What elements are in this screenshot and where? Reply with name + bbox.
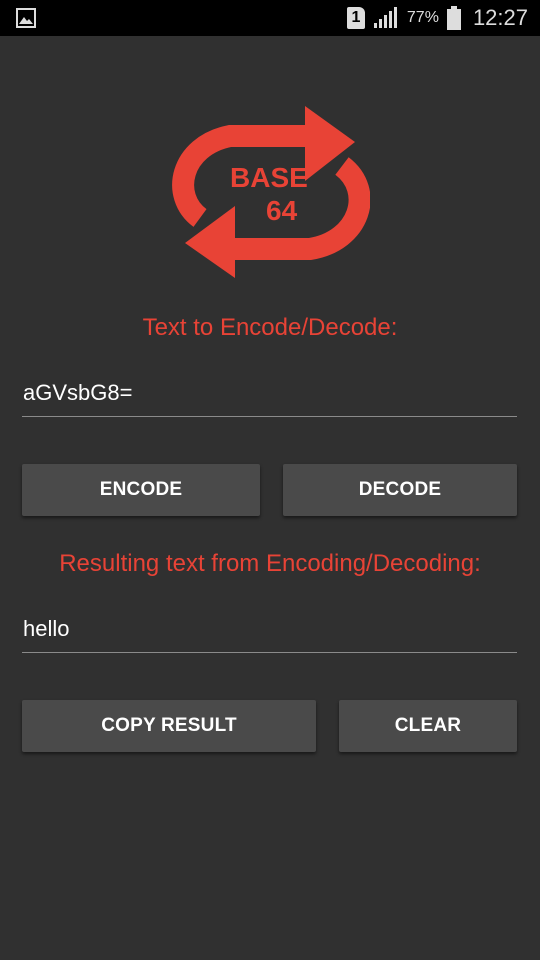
copy-result-button[interactable]: COPY RESULT xyxy=(22,700,316,752)
gallery-icon xyxy=(16,8,36,28)
battery-percent: 77% xyxy=(406,9,439,26)
clear-button[interactable]: CLEAR xyxy=(339,700,517,752)
app-screen: BASE 64 Text to Encode/Decode: aGVsbG8= … xyxy=(0,36,540,960)
clock: 12:27 xyxy=(472,5,528,30)
result-text-field[interactable]: hello xyxy=(22,605,517,653)
input-label: Text to Encode/Decode: xyxy=(142,314,398,341)
logo-text-line2: 64 xyxy=(266,195,298,226)
base64-logo: BASE 64 xyxy=(172,106,370,278)
status-bar: 1 77% 12:27 xyxy=(0,0,540,36)
input-text-field[interactable]: aGVsbG8= xyxy=(22,369,517,417)
signal-icon xyxy=(373,7,397,28)
decode-button[interactable]: DECODE xyxy=(283,464,517,516)
sim-icon: 1 xyxy=(346,7,365,29)
status-bar-right: 1 77% 12:27 xyxy=(346,0,528,36)
battery-icon xyxy=(446,6,461,30)
logo-text-line1: BASE xyxy=(230,162,308,193)
result-label: Resulting text from Encoding/Decoding: xyxy=(59,550,481,577)
encode-button[interactable]: ENCODE xyxy=(22,464,260,516)
